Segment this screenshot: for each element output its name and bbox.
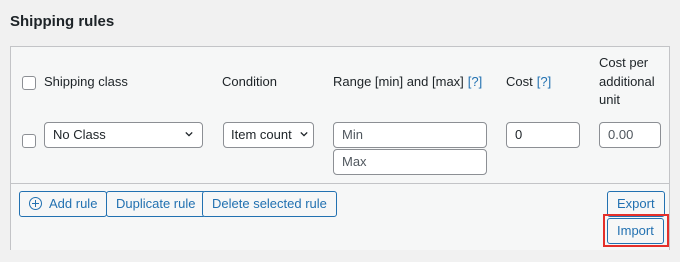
header-cost-per-additional-unit-line3: unit xyxy=(599,92,620,107)
range-max-input[interactable]: Max xyxy=(333,149,487,175)
add-rule-label: Add rule xyxy=(49,196,98,211)
cost-help-link[interactable]: [?] xyxy=(537,74,551,89)
row-select-checkbox[interactable] xyxy=(22,134,36,148)
cost-input[interactable]: 0 xyxy=(506,122,580,148)
cost-per-additional-unit-value: 0.00 xyxy=(608,127,634,142)
table-header: Shipping class Condition Range [min] and… xyxy=(11,47,669,115)
add-rule-button[interactable]: Add rule xyxy=(19,191,108,217)
header-cost-per-additional-unit-line2: additional xyxy=(599,74,655,89)
header-range: Range [min] and [max] [?] xyxy=(333,74,482,89)
header-range-label: Range [min] and [max] xyxy=(333,74,464,89)
cost-value: 0 xyxy=(515,127,523,142)
select-all-checkbox[interactable] xyxy=(22,76,36,90)
range-min-placeholder: Min xyxy=(342,127,363,142)
header-cost-label: Cost xyxy=(506,74,533,89)
range-help-link[interactable]: [?] xyxy=(468,74,482,89)
header-cost: Cost [?] xyxy=(506,74,551,89)
table-row: No Class Item count Min Max 0 0.00 xyxy=(11,114,669,183)
table-footer: Add rule Duplicate rule Delete selected … xyxy=(11,183,669,250)
cost-per-additional-unit-input[interactable]: 0.00 xyxy=(599,122,661,148)
shipping-rules-table: Shipping class Condition Range [min] and… xyxy=(10,46,670,250)
shipping-class-value: No Class xyxy=(53,127,106,142)
import-highlight-box xyxy=(603,214,669,247)
chevron-down-icon xyxy=(300,131,308,137)
condition-select[interactable]: Item count xyxy=(223,122,314,148)
chevron-down-icon xyxy=(185,131,193,137)
page-title: Shipping rules xyxy=(10,13,115,30)
condition-value: Item count xyxy=(231,127,292,142)
range-min-input[interactable]: Min xyxy=(333,122,487,148)
duplicate-rule-button[interactable]: Duplicate rule xyxy=(106,191,206,217)
range-max-placeholder: Max xyxy=(342,154,367,169)
delete-selected-rule-button[interactable]: Delete selected rule xyxy=(202,191,337,217)
add-circle-icon xyxy=(29,197,42,210)
header-condition: Condition xyxy=(222,74,277,89)
header-cost-per-additional-unit-line1: Cost per xyxy=(599,55,649,70)
header-shipping-class: Shipping class xyxy=(44,74,128,89)
shipping-class-select[interactable]: No Class xyxy=(44,122,203,148)
